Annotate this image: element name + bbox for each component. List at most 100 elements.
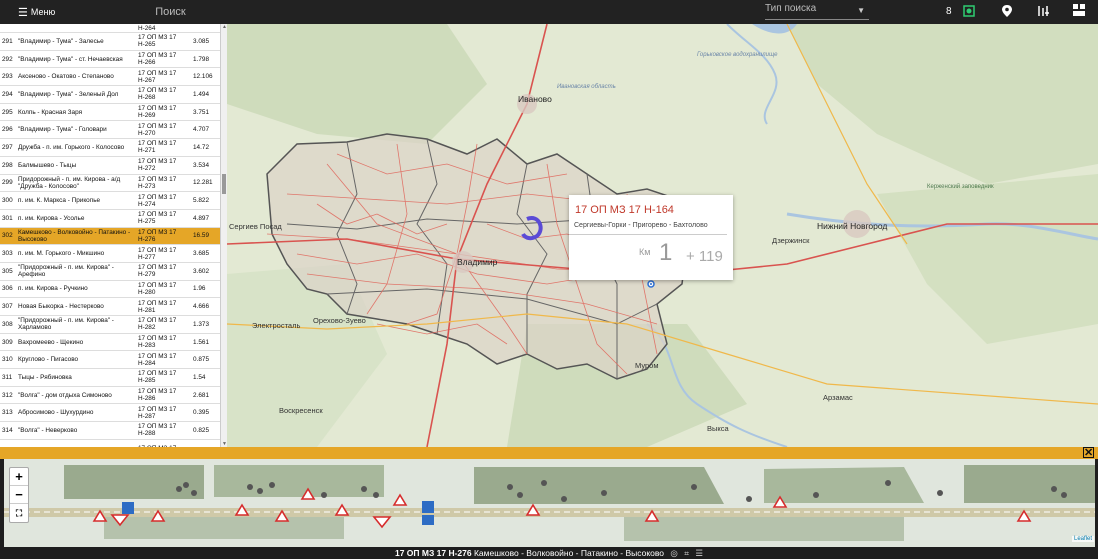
city-label-murom: Муром bbox=[635, 361, 659, 370]
zoom-out-button[interactable]: − bbox=[10, 486, 28, 504]
row-number: 291 bbox=[2, 37, 13, 45]
row-number: 307 bbox=[2, 303, 13, 311]
fullscreen-button[interactable]: ⛶ bbox=[10, 504, 28, 522]
location-pin-icon[interactable] bbox=[999, 4, 1015, 20]
scrollbar-thumb[interactable] bbox=[222, 174, 226, 194]
row-length: 0.825 bbox=[193, 426, 209, 434]
list-item[interactable]: 310 Круглово - Пигасово 17 ОП МЗ 17 Н-284 0… bbox=[0, 351, 220, 370]
popup-km-add: + 119 bbox=[686, 248, 723, 265]
list-item[interactable]: 291 "Владимир - Тума" - Залесье 17 ОП МЗ 1… bbox=[0, 33, 220, 51]
city-label-elektrostal: Электросталь bbox=[252, 321, 301, 330]
list-item[interactable]: 313 Абросимово - Шухурдино 17 ОП МЗ 17 Н-2… bbox=[0, 404, 220, 423]
row-name: "Владимир - Тума" - Зеленый Дол bbox=[18, 90, 119, 98]
row-length: 3.602 bbox=[193, 267, 209, 275]
row-length: 3.685 bbox=[193, 250, 209, 258]
search-type-select[interactable]: Тип поиска ▼ bbox=[765, 3, 869, 20]
list-item[interactable]: 299 Придорожный - п. им. Кирова - а/д "Др… bbox=[0, 175, 220, 193]
row-number: 298 bbox=[2, 161, 13, 169]
list-item[interactable]: 293 Аксеново - Окатово - Степаново 17 ОП М… bbox=[0, 68, 220, 87]
list-item[interactable]: 308 "Придорожный - п. им. Кирова" - Харла… bbox=[0, 316, 220, 334]
list-item[interactable]: 301 п. им. Кирова - Усолье 17 ОП МЗ 17 Н-2… bbox=[0, 210, 220, 228]
row-name: "Владимир - Тума" - ст. Нечаевская bbox=[18, 55, 123, 63]
menu-button[interactable]: ☰ Меню bbox=[0, 0, 63, 24]
city-label-sergiev: Сергиев Посад bbox=[229, 222, 282, 231]
list-item[interactable]: 298 Балмышево - Тыцы 17 ОП МЗ 17 Н-272 3.53… bbox=[0, 157, 220, 175]
list-scrollbar[interactable]: ▲ ▼ bbox=[220, 24, 227, 447]
popup-title: 17 ОП МЗ 17 Н-164 bbox=[575, 204, 674, 216]
list-item[interactable]: 300 п. им. К. Маркса - Прикопье 17 ОП МЗ 1… bbox=[0, 192, 220, 210]
row-number: 296 bbox=[2, 126, 13, 134]
row-length: 12.281 bbox=[193, 179, 213, 187]
row-number: 313 bbox=[2, 409, 13, 417]
close-icon[interactable]: ✕ bbox=[1083, 447, 1094, 459]
row-number: 305 bbox=[2, 267, 13, 275]
list-item[interactable]: 302 Камешково - Волковойно - Патакино - В… bbox=[0, 227, 220, 246]
city-label-vladimir: Владимир bbox=[457, 257, 498, 267]
list-item[interactable]: H-264 bbox=[0, 24, 220, 33]
reservoir-label: Горьковское водохранилище bbox=[697, 52, 778, 58]
road-panel-header: ✕ bbox=[0, 447, 1098, 459]
zoom-in-button[interactable]: + bbox=[10, 468, 28, 486]
road-strip-map[interactable] bbox=[4, 459, 1095, 547]
list-item[interactable]: 292 "Владимир - Тума" - ст. Нечаевская 17 … bbox=[0, 51, 220, 69]
search-input[interactable] bbox=[155, 2, 536, 22]
popup-subtitle: Сергиевы-Горки - Пригорево - Бахтолово bbox=[569, 216, 727, 235]
row-name: Дружба - п. им. Горького - Колосово bbox=[18, 143, 125, 151]
target-icon[interactable]: ◎ bbox=[670, 548, 677, 558]
list-item[interactable]: 306 п. им. Кирова - Ручкино 17 ОП МЗ 17 Н-… bbox=[0, 281, 220, 299]
row-name: "Придорожный - п. им. Кирова" - Арефино bbox=[18, 264, 114, 279]
list-item[interactable]: 312 "Волга" - дом отдыха Симоново 17 ОП МЗ… bbox=[0, 387, 220, 405]
list-item[interactable]: 309 Вахромеево - Щекино 17 ОП МЗ 17 Н-283 1… bbox=[0, 334, 220, 352]
row-length: 16.59 bbox=[193, 232, 209, 240]
row-name: п. им. Кирова - Усолье bbox=[18, 214, 85, 222]
city-label-nizhny: Нижний Новгород bbox=[817, 221, 888, 231]
row-code: 17 ОП МЗ 17 Н-265 bbox=[138, 34, 177, 49]
layout-grid-icon[interactable] bbox=[1071, 4, 1087, 20]
row-number: 309 bbox=[2, 338, 13, 346]
popup-km-label: Км bbox=[639, 247, 651, 257]
row-code: 17 ОП МЗ 17 Н-288 bbox=[138, 423, 177, 438]
leaflet-attribution[interactable]: Leaflet bbox=[1071, 536, 1094, 542]
row-code: 17 ОП МЗ 17 Н-269 bbox=[138, 105, 177, 120]
row-name: Колпь - Красная Заря bbox=[18, 108, 83, 116]
row-code: 17 ОП МЗ 17 Н-267 bbox=[138, 69, 177, 84]
row-length: 2.681 bbox=[193, 391, 209, 399]
row-code: 17 ОП МЗ 17 Н-272 bbox=[138, 158, 177, 173]
row-code: 17 ОП МЗ 17 Н-274 bbox=[138, 193, 177, 208]
list-item[interactable]: 294 "Владимир - Тума" - Зеленый Дол 17 ОП … bbox=[0, 86, 220, 104]
row-number: 292 bbox=[2, 55, 13, 63]
list-item[interactable]: 296 "Владимир - Тума" - Головари 17 ОП МЗ … bbox=[0, 121, 220, 140]
gps-target-icon[interactable] bbox=[961, 4, 977, 20]
sort-filter-icon[interactable] bbox=[1035, 4, 1051, 20]
list-item[interactable]: 305 "Придорожный - п. им. Кирова" - Арефи… bbox=[0, 263, 220, 281]
row-length: 3.751 bbox=[193, 108, 209, 116]
city-label-vyksa: Выкса bbox=[707, 424, 729, 433]
row-length: 0.875 bbox=[193, 356, 209, 364]
list-item[interactable]: 17 ОП МЗ 17 bbox=[0, 440, 220, 447]
row-name: "Придорожный - п. им. Кирова" - Харламов… bbox=[18, 317, 114, 332]
list-item[interactable]: 307 Новая Быкорка - Нестерково 17 ОП МЗ 17… bbox=[0, 298, 220, 316]
row-code: 17 ОП МЗ 17 Н-268 bbox=[138, 87, 177, 102]
row-number: 306 bbox=[2, 285, 13, 293]
list-item[interactable]: 303 п. им. М. Горького - Микшино 17 ОП МЗ … bbox=[0, 245, 220, 263]
row-number: 302 bbox=[2, 232, 13, 240]
row-code: 17 ОП МЗ 17 Н-283 bbox=[138, 335, 177, 350]
zoom-control: + − ⛶ bbox=[9, 467, 29, 523]
grid-icon[interactable]: ⌗ bbox=[684, 548, 689, 558]
list-icon[interactable]: ☰ bbox=[695, 548, 703, 558]
list-item[interactable]: 314 "Волга" - Неверково 17 ОП МЗ 17 Н-288 0… bbox=[0, 422, 220, 440]
status-bar: 17 ОП МЗ 17 Н-276 Камешково - Волковойно… bbox=[0, 547, 1098, 559]
row-name: Камешково - Волковойно - Патакино - Высо… bbox=[18, 228, 131, 243]
row-length: 1.96 bbox=[193, 285, 206, 293]
row-name: Вахромеево - Щекино bbox=[18, 338, 84, 346]
row-length: 4.897 bbox=[193, 214, 209, 222]
road-popup: 17 ОП МЗ 17 Н-164 Сергиевы-Горки - Приго… bbox=[569, 195, 733, 280]
road-list: H-264 291 "Владимир - Тума" - Залесье 17 ОП… bbox=[0, 24, 220, 447]
row-code: 17 ОП МЗ 17 Н-285 bbox=[138, 370, 177, 385]
city-label-orekhovo: Орехово-Зуево bbox=[313, 316, 366, 325]
list-item[interactable]: 311 Тыцы - Рябиновка 17 ОП МЗ 17 Н-285 1.54 bbox=[0, 369, 220, 387]
row-length: 4.707 bbox=[193, 126, 209, 134]
list-item[interactable]: 297 Дружба - п. им. Горького - Колосово 17… bbox=[0, 139, 220, 157]
strip-canvas bbox=[4, 459, 1095, 547]
list-item[interactable]: 295 Колпь - Красная Заря 17 ОП МЗ 17 Н-269… bbox=[0, 104, 220, 122]
